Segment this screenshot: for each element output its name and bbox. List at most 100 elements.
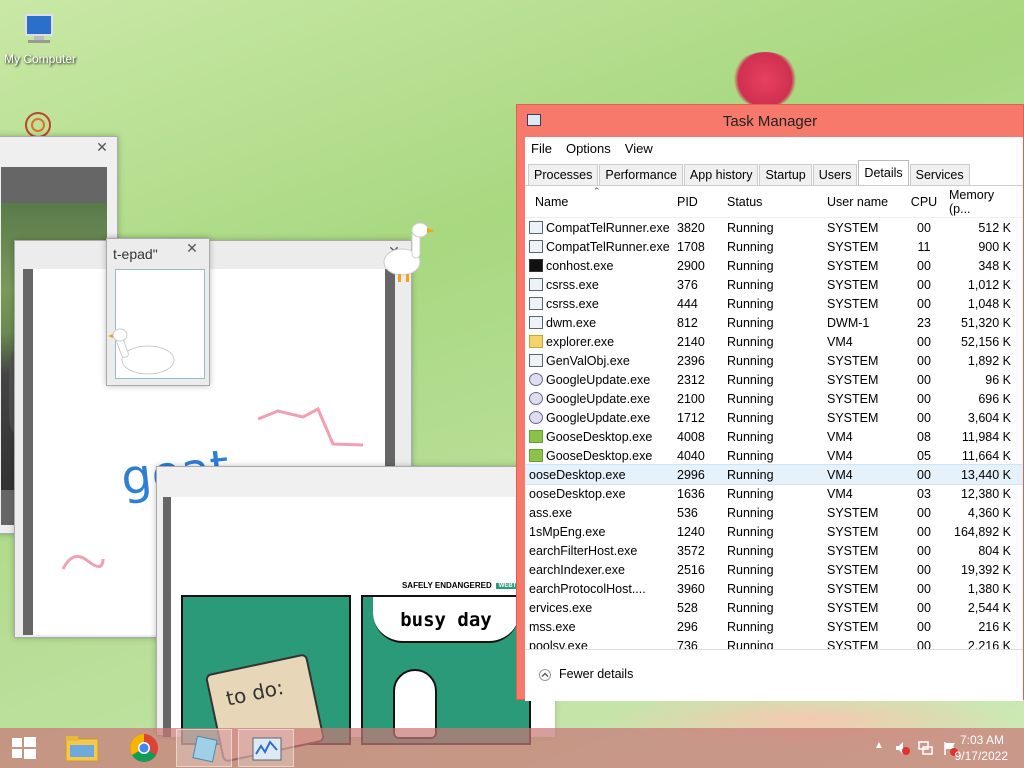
cell-memory: 13,440 K: [960, 467, 1011, 482]
process-icon: [529, 335, 543, 348]
cell-status: Running: [727, 638, 774, 650]
process-name: CompatTelRunner.exe: [546, 239, 670, 254]
table-row[interactable]: csrss.exe 444 Running SYSTEM 00 1,048 K: [525, 294, 1023, 313]
table-row[interactable]: earchProtocolHost.... 3960 Running SYSTEM 00…: [525, 579, 1023, 598]
cell-user: SYSTEM: [827, 505, 879, 520]
table-row[interactable]: mss.exe 296 Running SYSTEM 00 216 K: [525, 617, 1023, 636]
comic-window[interactable]: ✕ SAFELY ENDANGERED WEBTOON to do: busy …: [156, 466, 555, 763]
column-header-memory[interactable]: Memory (p...: [941, 188, 1017, 216]
cell-status: Running: [727, 448, 774, 463]
table-row[interactable]: GoogleUpdate.exe 1712 Running SYSTEM 00 3,604…: [525, 408, 1023, 427]
table-row[interactable]: conhost.exe 2900 Running SYSTEM 00 348 K: [525, 256, 1023, 275]
tab-users[interactable]: Users: [812, 164, 858, 185]
goose-sprite[interactable]: [108, 326, 178, 382]
table-row[interactable]: ooseDesktop.exe 1636 Running VM4 03 12,380 K: [525, 484, 1023, 503]
cell-cpu: 00: [917, 334, 931, 349]
table-row[interactable]: ervices.exe 528 Running SYSTEM 00 2,544 K: [525, 598, 1023, 617]
table-row[interactable]: GoogleUpdate.exe 2312 Running SYSTEM 00 96 K: [525, 370, 1023, 389]
process-name: GooseDesktop.exe: [546, 448, 653, 463]
tab-startup[interactable]: Startup: [759, 164, 812, 185]
cell-name: ervices.exe: [525, 601, 671, 615]
process-name: earchIndexer.exe: [529, 562, 625, 577]
table-row[interactable]: earchFilterHost.exe 3572 Running SYSTEM 00 80…: [525, 541, 1023, 560]
process-name: poolsv.exe: [529, 638, 588, 650]
cell-name: conhost.exe: [525, 259, 671, 273]
cell-pid: 4040: [677, 448, 705, 463]
table-row[interactable]: explorer.exe 2140 Running VM4 00 52,156 K: [525, 332, 1023, 351]
cell-status: Running: [727, 258, 774, 273]
cell-memory: 52,156 K: [960, 334, 1011, 349]
show-hidden-icons-icon[interactable]: ▲: [874, 740, 884, 751]
table-row[interactable]: poolsv.exe 736 Running SYSTEM 00 2,216 K: [525, 636, 1023, 650]
cell-status: Running: [727, 619, 774, 634]
column-header-pid[interactable]: PID: [671, 195, 721, 209]
cell-memory: 512 K: [978, 220, 1011, 235]
tab-services[interactable]: Services: [909, 164, 970, 185]
tab-processes[interactable]: Processes: [528, 164, 599, 185]
table-row[interactable]: GooseDesktop.exe 4040 Running VM4 05 11,664 K: [525, 446, 1023, 465]
taskbar-app-notepad[interactable]: [176, 729, 232, 767]
thought-bubble: busy day: [373, 597, 519, 643]
cell-status: Running: [727, 562, 774, 577]
menu-options[interactable]: Options: [566, 141, 611, 156]
table-row[interactable]: CompatTelRunner.exe 3820 Running SYSTEM 00 51…: [525, 218, 1023, 237]
task-manager-window[interactable]: Task Manager File Options View Processes…: [516, 104, 1024, 701]
chevron-up-icon[interactable]: [539, 669, 551, 681]
comic-panel-2: busy day: [361, 595, 531, 745]
cell-cpu: 00: [917, 581, 931, 596]
taskbar-task-manager[interactable]: [238, 729, 294, 767]
process-name: ooseDesktop.exe: [529, 467, 626, 482]
cell-memory: 11,984 K: [961, 429, 1011, 444]
cell-pid: 2516: [677, 562, 705, 577]
column-header-status[interactable]: Status: [721, 195, 821, 209]
table-row[interactable]: GooseDesktop.exe 4008 Running VM4 08 11,984 K: [525, 427, 1023, 446]
table-row[interactable]: GoogleUpdate.exe 2100 Running SYSTEM 00 696 K: [525, 389, 1023, 408]
tab-performance[interactable]: Performance: [599, 164, 683, 185]
footer: Fewer details: [525, 649, 1023, 701]
table-row[interactable]: dwm.exe 812 Running DWM-1 23 51,320 K: [525, 313, 1023, 332]
cell-user: SYSTEM: [827, 543, 879, 558]
tab-app-history[interactable]: App history: [683, 164, 759, 185]
process-name: csrss.exe: [546, 277, 599, 292]
start-button[interactable]: [0, 729, 48, 767]
table-header: ⌃ Name PID Status User name CPU Memory (…: [525, 186, 1023, 218]
cell-memory: 96 K: [985, 372, 1011, 387]
table-row[interactable]: csrss.exe 376 Running SYSTEM 00 1,012 K: [525, 275, 1023, 294]
cell-name: GoogleUpdate.exe: [525, 411, 671, 425]
cell-status: Running: [727, 220, 774, 235]
table-row[interactable]: GenValObj.exe 2396 Running SYSTEM 00 1,892 K: [525, 351, 1023, 370]
table-row[interactable]: ass.exe 536 Running SYSTEM 00 4,360 K: [525, 503, 1023, 522]
title-bar[interactable]: Task Manager: [517, 105, 1023, 137]
cell-cpu: 08: [917, 429, 931, 444]
comic-header: SAFELY ENDANGERED WEBTOON: [402, 581, 533, 590]
menu-view[interactable]: View: [625, 141, 653, 156]
close-button[interactable]: ✕: [89, 139, 115, 155]
table-row[interactable]: CompatTelRunner.exe 1708 Running SYSTEM 11 90…: [525, 237, 1023, 256]
tab-details[interactable]: Details: [858, 160, 909, 185]
close-button[interactable]: ✕: [179, 240, 205, 256]
table-row[interactable]: 1sMpEng.exe 1240 Running SYSTEM 00 164,892 K: [525, 522, 1023, 541]
goose-sprite[interactable]: [380, 220, 436, 284]
task-manager-icon: [252, 737, 282, 761]
process-icon: [529, 373, 543, 386]
column-header-user-name[interactable]: User name: [821, 195, 907, 209]
cell-user: SYSTEM: [827, 410, 879, 425]
windows-logo-icon: [12, 737, 36, 759]
table-row[interactable]: ooseDesktop.exe 2996 Running VM4 00 13,440 K: [525, 464, 1023, 485]
cell-cpu: 00: [917, 543, 931, 558]
network-icon[interactable]: [918, 740, 934, 756]
cell-name: ooseDesktop.exe: [525, 468, 671, 482]
cell-status: Running: [727, 410, 774, 425]
fewer-details-link[interactable]: Fewer details: [559, 667, 633, 681]
taskbar-chrome[interactable]: [116, 729, 172, 767]
speaker-muted-icon[interactable]: [894, 740, 910, 756]
clock-date[interactable]: 9/17/2022: [955, 749, 1008, 763]
desktop-icon-my-computer[interactable]: My Computer: [0, 10, 80, 66]
table-row[interactable]: earchIndexer.exe 2516 Running SYSTEM 00 19,39…: [525, 560, 1023, 579]
process-icon: [529, 278, 543, 291]
clock-time[interactable]: 7:03 AM: [960, 733, 1004, 747]
column-header-cpu[interactable]: CPU: [907, 195, 941, 209]
menu-file[interactable]: File: [531, 141, 552, 156]
cell-user: SYSTEM: [827, 372, 879, 387]
taskbar-file-explorer[interactable]: [54, 729, 110, 767]
